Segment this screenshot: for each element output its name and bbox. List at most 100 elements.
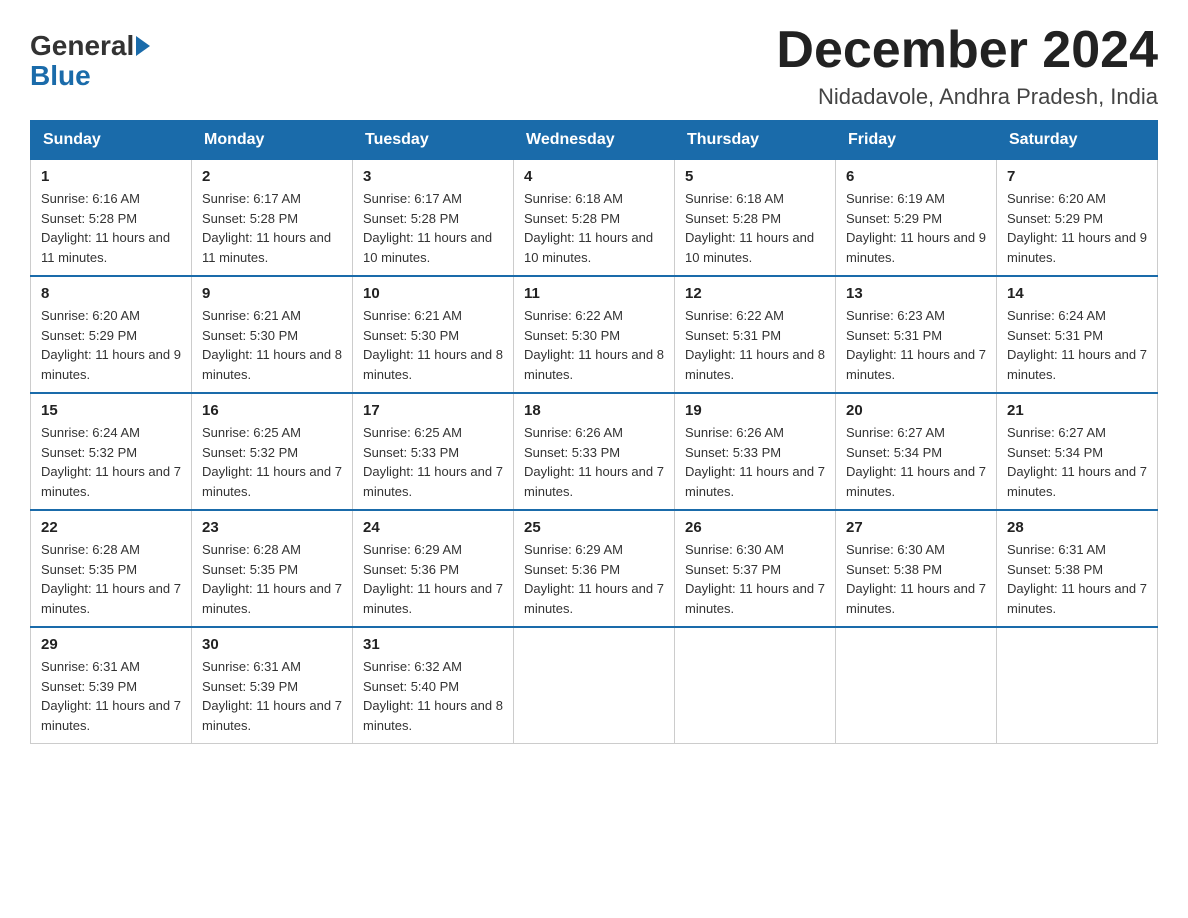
day-detail: Sunrise: 6:18 AMSunset: 5:28 PMDaylight:… xyxy=(524,189,664,267)
calendar-cell: 4 Sunrise: 6:18 AMSunset: 5:28 PMDaylight… xyxy=(514,160,675,277)
calendar-cell: 24 Sunrise: 6:29 AMSunset: 5:36 PMDayligh… xyxy=(353,510,514,627)
calendar-cell: 16 Sunrise: 6:25 AMSunset: 5:32 PMDayligh… xyxy=(192,393,353,510)
day-number: 7 xyxy=(1007,168,1147,185)
calendar-cell: 26 Sunrise: 6:30 AMSunset: 5:37 PMDayligh… xyxy=(675,510,836,627)
day-number: 25 xyxy=(524,519,664,536)
day-number: 4 xyxy=(524,168,664,185)
day-detail: Sunrise: 6:20 AMSunset: 5:29 PMDaylight:… xyxy=(41,306,181,384)
logo-arrow-icon xyxy=(136,36,150,56)
calendar-cell: 23 Sunrise: 6:28 AMSunset: 5:35 PMDayligh… xyxy=(192,510,353,627)
day-detail: Sunrise: 6:30 AMSunset: 5:37 PMDaylight:… xyxy=(685,540,825,618)
calendar-cell xyxy=(836,627,997,744)
day-number: 18 xyxy=(524,402,664,419)
day-number: 28 xyxy=(1007,519,1147,536)
day-number: 13 xyxy=(846,285,986,302)
day-detail: Sunrise: 6:23 AMSunset: 5:31 PMDaylight:… xyxy=(846,306,986,384)
calendar-cell: 6Sunrise: 6:19 AMSunset: 5:29 PMDaylight… xyxy=(836,160,997,277)
weekday-header-monday: Monday xyxy=(192,121,353,160)
calendar-cell xyxy=(514,627,675,744)
day-detail: Sunrise: 6:27 AMSunset: 5:34 PMDaylight:… xyxy=(846,423,986,501)
calendar-cell: 30Sunrise: 6:31 AMSunset: 5:39 PMDayligh… xyxy=(192,627,353,744)
day-number: 29 xyxy=(41,636,181,653)
day-number: 12 xyxy=(685,285,825,302)
day-number: 8 xyxy=(41,285,181,302)
calendar-week-2: 8 Sunrise: 6:20 AMSunset: 5:29 PMDaylight… xyxy=(31,276,1158,393)
weekday-header-friday: Friday xyxy=(836,121,997,160)
day-number: 5 xyxy=(685,168,825,185)
day-detail: Sunrise: 6:28 AMSunset: 5:35 PMDaylight:… xyxy=(202,540,342,618)
calendar-cell: 12Sunrise: 6:22 AMSunset: 5:31 PMDayligh… xyxy=(675,276,836,393)
calendar-cell: 19 Sunrise: 6:26 AMSunset: 5:33 PMDayligh… xyxy=(675,393,836,510)
calendar-cell: 31 Sunrise: 6:32 AMSunset: 5:40 PMDayligh… xyxy=(353,627,514,744)
calendar-cell: 11Sunrise: 6:22 AMSunset: 5:30 PMDayligh… xyxy=(514,276,675,393)
day-number: 10 xyxy=(363,285,503,302)
calendar-cell: 10 Sunrise: 6:21 AMSunset: 5:30 PMDayligh… xyxy=(353,276,514,393)
calendar-cell: 1 Sunrise: 6:16 AMSunset: 5:28 PMDaylight… xyxy=(31,160,192,277)
calendar-week-1: 1 Sunrise: 6:16 AMSunset: 5:28 PMDaylight… xyxy=(31,160,1158,277)
calendar-cell xyxy=(675,627,836,744)
calendar-cell: 3Sunrise: 6:17 AMSunset: 5:28 PMDaylight… xyxy=(353,160,514,277)
day-detail: Sunrise: 6:18 AMSunset: 5:28 PMDaylight:… xyxy=(685,189,825,267)
page-header: General Blue December 2024 Nidadavole, A… xyxy=(30,20,1158,110)
day-detail: Sunrise: 6:17 AMSunset: 5:28 PMDaylight:… xyxy=(363,189,503,267)
day-number: 27 xyxy=(846,519,986,536)
day-detail: Sunrise: 6:27 AMSunset: 5:34 PMDaylight:… xyxy=(1007,423,1147,501)
day-detail: Sunrise: 6:25 AMSunset: 5:32 PMDaylight:… xyxy=(202,423,342,501)
calendar-week-4: 22Sunrise: 6:28 AMSunset: 5:35 PMDayligh… xyxy=(31,510,1158,627)
day-number: 23 xyxy=(202,519,342,536)
day-detail: Sunrise: 6:31 AMSunset: 5:38 PMDaylight:… xyxy=(1007,540,1147,618)
calendar-week-5: 29 Sunrise: 6:31 AMSunset: 5:39 PMDayligh… xyxy=(31,627,1158,744)
calendar-cell: 7Sunrise: 6:20 AMSunset: 5:29 PMDaylight… xyxy=(997,160,1158,277)
day-detail: Sunrise: 6:24 AMSunset: 5:31 PMDaylight:… xyxy=(1007,306,1147,384)
day-detail: Sunrise: 6:21 AMSunset: 5:30 PMDaylight:… xyxy=(202,306,342,384)
calendar-cell: 25 Sunrise: 6:29 AMSunset: 5:36 PMDayligh… xyxy=(514,510,675,627)
day-number: 31 xyxy=(363,636,503,653)
calendar-cell: 14Sunrise: 6:24 AMSunset: 5:31 PMDayligh… xyxy=(997,276,1158,393)
day-detail: Sunrise: 6:16 AMSunset: 5:28 PMDaylight:… xyxy=(41,189,181,267)
logo: General Blue xyxy=(30,30,150,92)
day-detail: Sunrise: 6:22 AMSunset: 5:30 PMDaylight:… xyxy=(524,306,664,384)
calendar-subtitle: Nidadavole, Andhra Pradesh, India xyxy=(776,84,1158,110)
calendar-cell: 21Sunrise: 6:27 AMSunset: 5:34 PMDayligh… xyxy=(997,393,1158,510)
day-detail: Sunrise: 6:30 AMSunset: 5:38 PMDaylight:… xyxy=(846,540,986,618)
day-detail: Sunrise: 6:26 AMSunset: 5:33 PMDaylight:… xyxy=(685,423,825,501)
calendar-cell: 8 Sunrise: 6:20 AMSunset: 5:29 PMDaylight… xyxy=(31,276,192,393)
calendar-cell: 28 Sunrise: 6:31 AMSunset: 5:38 PMDayligh… xyxy=(997,510,1158,627)
day-number: 20 xyxy=(846,402,986,419)
day-number: 1 xyxy=(41,168,181,185)
weekday-header-sunday: Sunday xyxy=(31,121,192,160)
day-detail: Sunrise: 6:29 AMSunset: 5:36 PMDaylight:… xyxy=(524,540,664,618)
calendar-table: SundayMondayTuesdayWednesdayThursdayFrid… xyxy=(30,120,1158,744)
day-detail: Sunrise: 6:29 AMSunset: 5:36 PMDaylight:… xyxy=(363,540,503,618)
weekday-header-wednesday: Wednesday xyxy=(514,121,675,160)
day-number: 9 xyxy=(202,285,342,302)
day-detail: Sunrise: 6:24 AMSunset: 5:32 PMDaylight:… xyxy=(41,423,181,501)
day-detail: Sunrise: 6:26 AMSunset: 5:33 PMDaylight:… xyxy=(524,423,664,501)
calendar-cell: 9 Sunrise: 6:21 AMSunset: 5:30 PMDaylight… xyxy=(192,276,353,393)
day-number: 16 xyxy=(202,402,342,419)
calendar-week-3: 15Sunrise: 6:24 AMSunset: 5:32 PMDayligh… xyxy=(31,393,1158,510)
calendar-cell: 15Sunrise: 6:24 AMSunset: 5:32 PMDayligh… xyxy=(31,393,192,510)
day-number: 24 xyxy=(363,519,503,536)
logo-general-label: General xyxy=(30,30,134,62)
day-detail: Sunrise: 6:31 AMSunset: 5:39 PMDaylight:… xyxy=(202,657,342,735)
calendar-cell: 18 Sunrise: 6:26 AMSunset: 5:33 PMDayligh… xyxy=(514,393,675,510)
calendar-cell: 29Sunrise: 6:31 AMSunset: 5:39 PMDayligh… xyxy=(31,627,192,744)
weekday-header-row: SundayMondayTuesdayWednesdayThursdayFrid… xyxy=(31,121,1158,160)
calendar-cell: 22Sunrise: 6:28 AMSunset: 5:35 PMDayligh… xyxy=(31,510,192,627)
day-number: 2 xyxy=(202,168,342,185)
calendar-cell: 27 Sunrise: 6:30 AMSunset: 5:38 PMDayligh… xyxy=(836,510,997,627)
weekday-header-saturday: Saturday xyxy=(997,121,1158,160)
day-detail: Sunrise: 6:19 AMSunset: 5:29 PMDaylight:… xyxy=(846,189,986,267)
calendar-cell xyxy=(997,627,1158,744)
calendar-cell: 2Sunrise: 6:17 AMSunset: 5:28 PMDaylight… xyxy=(192,160,353,277)
day-number: 17 xyxy=(363,402,503,419)
calendar-cell: 13 Sunrise: 6:23 AMSunset: 5:31 PMDayligh… xyxy=(836,276,997,393)
day-number: 19 xyxy=(685,402,825,419)
weekday-header-thursday: Thursday xyxy=(675,121,836,160)
day-number: 26 xyxy=(685,519,825,536)
day-detail: Sunrise: 6:21 AMSunset: 5:30 PMDaylight:… xyxy=(363,306,503,384)
weekday-header-tuesday: Tuesday xyxy=(353,121,514,160)
title-block: December 2024 Nidadavole, Andhra Pradesh… xyxy=(776,20,1158,110)
day-detail: Sunrise: 6:32 AMSunset: 5:40 PMDaylight:… xyxy=(363,657,503,735)
